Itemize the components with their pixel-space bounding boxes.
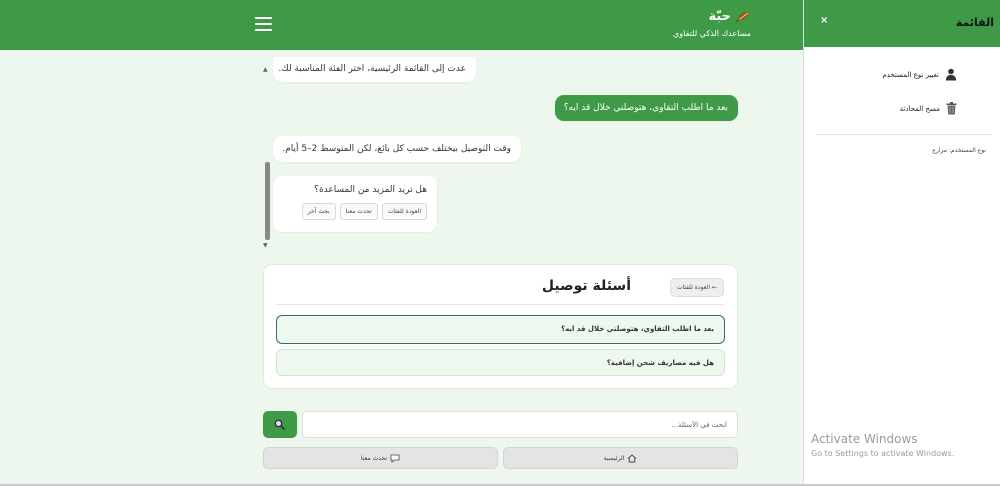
questions-card: أسئلة توصيل العودة للفئات ← بعد ما اطلب … <box>263 264 738 389</box>
chat-message-text: بعد ما اطلب التقاوي، هتوصلني خلال قد ايه… <box>563 103 728 113</box>
help-question: هل تريد المزيد من المساعدة؟ <box>314 185 427 195</box>
sidebar: القائمة × تغيير نوع المستخدم مسح المحادث… <box>803 0 1000 486</box>
chat-message-text: وقت التوصيل بيختلف حسب كل بائع، لكن المت… <box>282 144 511 154</box>
top-bar: حبّة مساعدك الذكي للتقاوي <box>0 0 803 50</box>
chat-message-bot: وقت التوصيل بيختلف حسب كل بائع، لكن المت… <box>273 136 521 162</box>
home-icon <box>628 453 637 462</box>
close-icon[interactable]: × <box>820 15 828 26</box>
chat-message-bot: عدت إلى القائمة الرئيسية، اختر الفئة الم… <box>273 57 476 82</box>
chip-back-to-categories[interactable]: العودة للفئات <box>381 203 427 220</box>
question-item[interactable]: بعد ما اطلب التقاوي، هتوصلني خلال قد ايه… <box>276 315 725 344</box>
brand-subtitle: مساعدك الذكي للتقاوي <box>673 29 751 38</box>
brand-title: حبّة <box>708 9 731 24</box>
seed-logo-icon <box>735 11 749 23</box>
sidebar-item-change-user-type[interactable]: تغيير نوع المستخدم <box>882 68 957 81</box>
divider <box>816 134 992 135</box>
talk-to-us-label: تحدث معنا <box>361 454 387 462</box>
divider <box>276 304 725 305</box>
hamburger-menu-button[interactable] <box>255 17 272 31</box>
brand: حبّة مساعدك الذكي للتقاوي <box>673 9 751 38</box>
chat-scrollbar-thumb[interactable] <box>265 162 270 240</box>
question-item[interactable]: هل فيه مصاريف شحن إضافية؟ <box>276 349 725 376</box>
questions-card-title: أسئلة توصيل <box>541 278 631 294</box>
watermark-line1: Activate Windows <box>811 432 918 446</box>
help-chips: العودة للفئاتتحدث معنابحث آخر <box>283 203 427 220</box>
brand-title-row: حبّة <box>673 9 751 24</box>
chat-message-user: بعد ما اطلب التقاوي، هتوصلني خلال قد ايه… <box>555 95 738 121</box>
user-type-label: نوع المستخدم: مزارع <box>932 147 986 154</box>
search-input[interactable] <box>302 411 738 438</box>
search-button[interactable] <box>263 411 297 438</box>
watermark-line2: Go to Settings to activate Windows. <box>811 449 955 458</box>
sidebar-item-label: تغيير نوع المستخدم <box>882 70 939 79</box>
home-button-label: الرئيسية <box>603 454 625 462</box>
trash-icon <box>946 102 957 115</box>
home-button[interactable]: الرئيسية <box>503 447 738 469</box>
activate-windows-watermark: Activate Windows Go to Settings to activ… <box>811 432 954 458</box>
help-prompt-bubble: هل تريد المزيد من المساعدة؟ العودة للفئا… <box>273 176 437 232</box>
back-to-categories-button[interactable]: العودة للفئات ← <box>669 278 724 297</box>
main-area: حبّة مساعدك الذكي للتقاوي ▲ ▼ عدت إلى ال… <box>0 0 803 486</box>
chip-talk-to-us[interactable]: تحدث معنا <box>339 203 378 220</box>
sidebar-title: القائمة <box>955 16 994 29</box>
speech-bubble-icon <box>390 454 400 463</box>
chat-message-text: عدت إلى القائمة الرئيسية، اختر الفئة الم… <box>278 64 466 74</box>
sidebar-header: القائمة × <box>804 0 1000 47</box>
magnifier-icon <box>274 419 286 430</box>
sidebar-item-clear-chat[interactable]: مسح المحادثة <box>900 102 957 115</box>
user-icon <box>945 68 957 81</box>
sidebar-item-label: مسح المحادثة <box>899 104 940 113</box>
scroll-up-arrow[interactable]: ▲ <box>263 66 268 73</box>
talk-to-us-button[interactable]: تحدث معنا <box>263 447 498 469</box>
chip-another-search[interactable]: بحث آخر <box>301 203 336 220</box>
scroll-down-arrow[interactable]: ▼ <box>263 242 268 249</box>
